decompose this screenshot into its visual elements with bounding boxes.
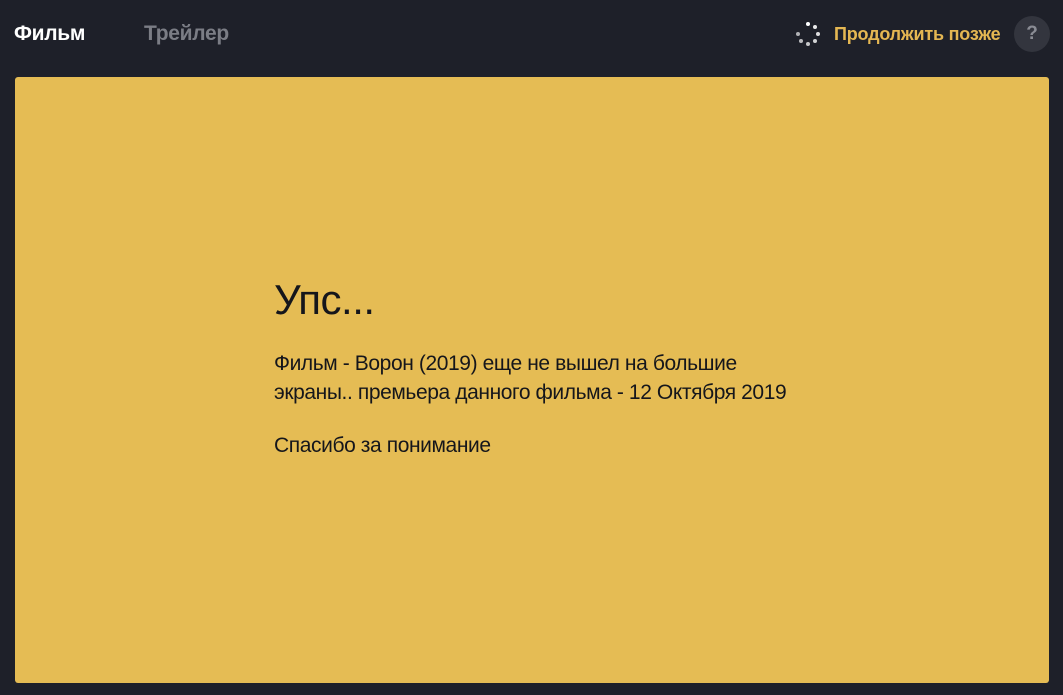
tab-film[interactable]: Фильм <box>14 20 85 48</box>
loading-spinner-icon <box>796 22 820 46</box>
message-title: Упс... <box>274 276 375 323</box>
message-thanks: Спасибо за понимание <box>274 434 491 457</box>
message-body: Фильм - Ворон (2019) еще не вышел на бол… <box>274 352 787 404</box>
tab-trailer[interactable]: Трейлер <box>144 20 229 48</box>
help-button[interactable]: ? <box>1014 16 1050 52</box>
top-bar: Фильм Трейлер Продолжить позже ? <box>0 0 1063 70</box>
player-area: Упс... Фильм - Ворон (2019) еще не вышел… <box>15 77 1049 683</box>
continue-later-button[interactable]: Продолжить позже <box>796 20 1001 48</box>
unavailable-message: Упс... Фильм - Ворон (2019) еще не вышел… <box>274 275 794 460</box>
continue-later-label: Продолжить позже <box>834 23 1001 44</box>
